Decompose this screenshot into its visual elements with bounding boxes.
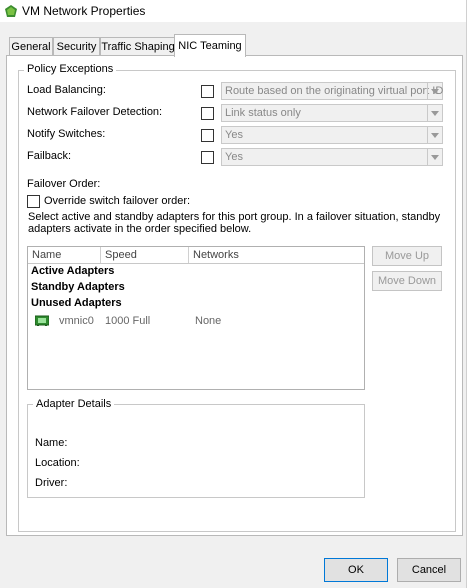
- failback-label: Failback:: [27, 150, 72, 162]
- chevron-down-icon: [427, 127, 442, 143]
- failover-order-label: Failover Order:: [27, 178, 101, 190]
- network-failover-detection-label: Network Failover Detection:: [27, 106, 163, 118]
- move-up-button[interactable]: Move Up: [372, 246, 442, 266]
- active-adapters-section[interactable]: Active Adapters: [31, 265, 114, 277]
- column-header-networks[interactable]: Networks: [189, 247, 364, 263]
- failover-description-line1: Select active and standby adapters for t…: [28, 211, 441, 223]
- network-failover-detection-checkbox[interactable]: [201, 107, 214, 120]
- notify-switches-label: Notify Switches:: [27, 128, 106, 140]
- vsphere-app-icon: [5, 5, 17, 17]
- title-bar: VM Network Properties: [0, 0, 474, 22]
- adapter-details-group: [27, 404, 365, 498]
- chevron-down-icon: [427, 83, 442, 99]
- override-failover-order-checkbox[interactable]: [27, 195, 40, 208]
- standby-adapters-section[interactable]: Standby Adapters: [31, 281, 125, 293]
- column-header-speed[interactable]: Speed: [101, 247, 189, 263]
- window-border-right: [466, 0, 474, 588]
- adapter-driver-label: Driver:: [35, 477, 68, 489]
- nic-networks: None: [195, 315, 222, 327]
- load-balancing-checkbox[interactable]: [201, 85, 214, 98]
- adapter-name-label: Name:: [35, 437, 68, 449]
- override-failover-order-label: Override switch failover order:: [44, 195, 191, 207]
- nic-name: vmnic0: [59, 315, 94, 327]
- window-title: VM Network Properties: [22, 4, 146, 18]
- table-row[interactable]: vmnic0 1000 Full None: [28, 313, 364, 329]
- network-failover-detection-value: Link status only: [225, 107, 301, 119]
- tab-nic-teaming[interactable]: NIC Teaming: [174, 34, 246, 57]
- notify-switches-select[interactable]: Yes: [221, 126, 443, 144]
- nic-speed: 1000 Full: [105, 315, 151, 327]
- load-balancing-select[interactable]: Route based on the originating virtual p…: [221, 82, 443, 100]
- load-balancing-label: Load Balancing:: [27, 84, 106, 96]
- adapters-table: Name Speed Networks Active Adapters Stan…: [27, 246, 365, 390]
- failback-checkbox[interactable]: [201, 151, 214, 164]
- column-header-name[interactable]: Name: [28, 247, 101, 263]
- ok-button[interactable]: OK: [324, 558, 388, 582]
- tab-traffic-shaping[interactable]: Traffic Shaping: [100, 37, 176, 56]
- chevron-down-icon: [427, 149, 442, 165]
- adapter-location-label: Location:: [35, 457, 80, 469]
- policy-exceptions-legend: Policy Exceptions: [24, 63, 117, 75]
- notify-switches-value: Yes: [225, 129, 243, 141]
- network-failover-detection-select[interactable]: Link status only: [221, 104, 443, 122]
- failback-select[interactable]: Yes: [221, 148, 443, 166]
- move-down-button[interactable]: Move Down: [372, 271, 442, 291]
- failback-value: Yes: [225, 151, 243, 163]
- failover-description-line2: adapters activate in the order specified…: [28, 223, 252, 235]
- cancel-button[interactable]: Cancel: [397, 558, 461, 582]
- adapter-details-legend: Adapter Details: [33, 398, 115, 410]
- tab-security[interactable]: Security: [53, 37, 100, 56]
- header-divider: [28, 263, 364, 264]
- chevron-down-icon: [427, 105, 442, 121]
- load-balancing-value: Route based on the originating virtual p…: [225, 85, 444, 97]
- tab-general[interactable]: General: [9, 37, 53, 56]
- notify-switches-checkbox[interactable]: [201, 129, 214, 142]
- unused-adapters-section[interactable]: Unused Adapters: [31, 297, 122, 309]
- network-adapter-icon: [35, 315, 49, 326]
